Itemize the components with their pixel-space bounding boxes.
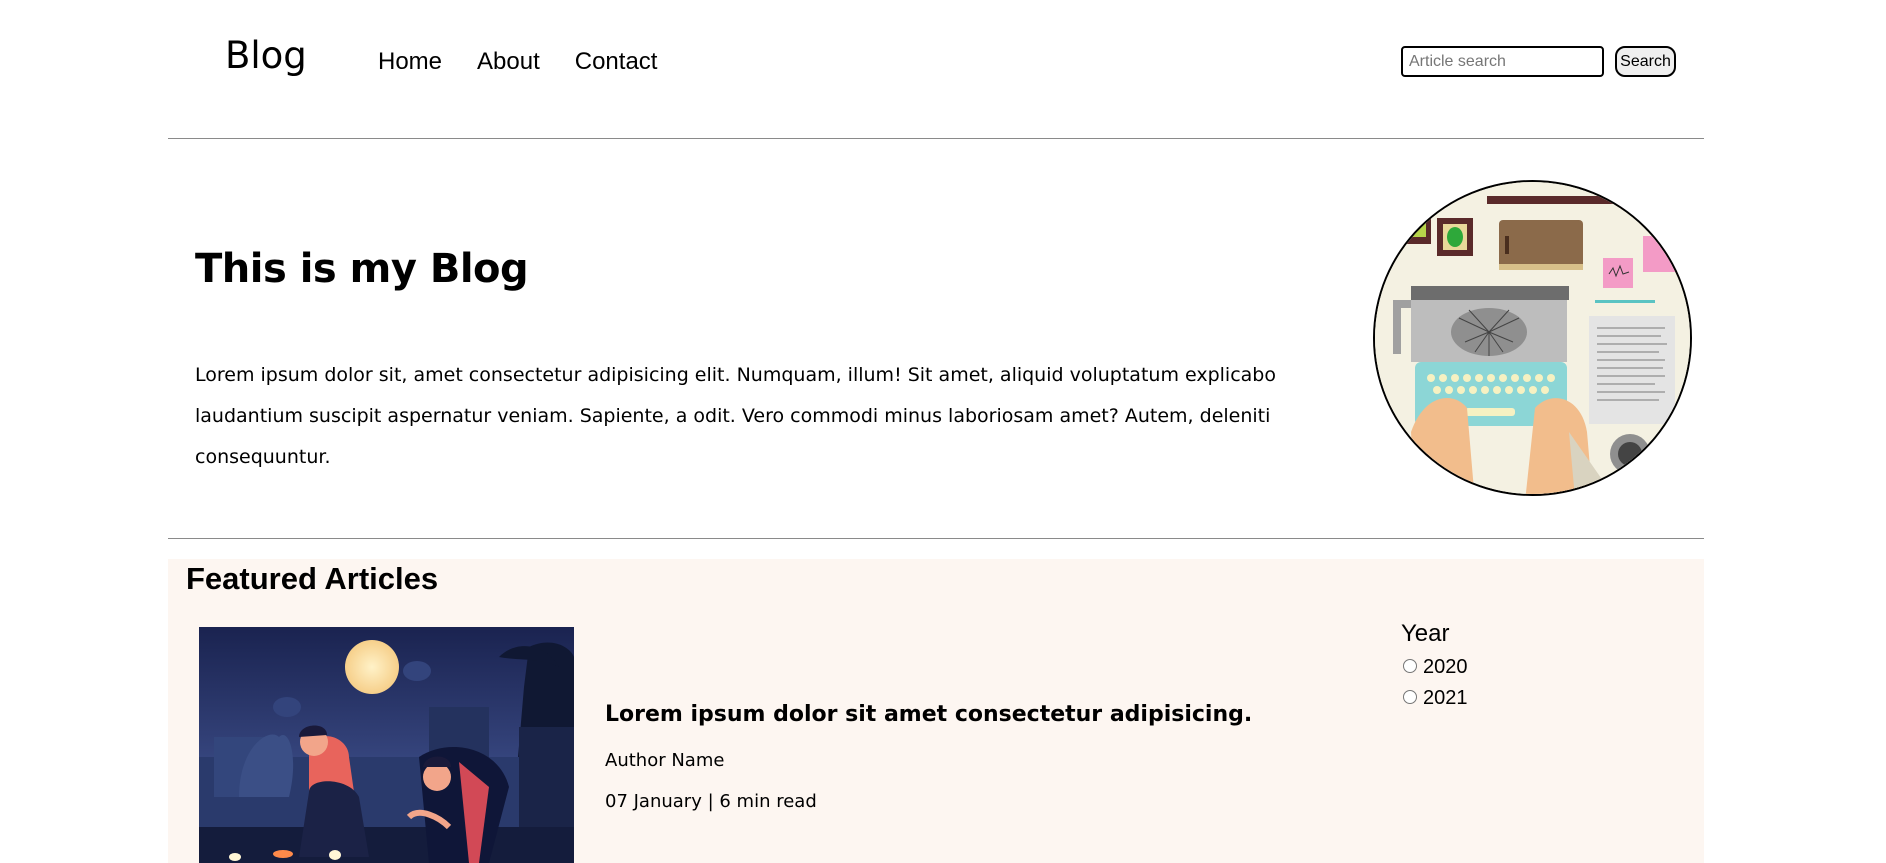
year-2021-radio[interactable] (1403, 689, 1417, 704)
year-option-2021[interactable]: 2021 (1401, 683, 1468, 714)
featured-title: Featured Articles (186, 561, 439, 596)
site-logo[interactable]: Blog (225, 34, 307, 77)
article-meta: 07 January | 6 min read (605, 791, 817, 812)
nav-about-link[interactable]: About (477, 48, 540, 76)
year-option-label: 2021 (1423, 687, 1468, 709)
article-author: Author Name (605, 750, 725, 771)
header-divider (168, 138, 1704, 139)
main-nav: Home About Contact (378, 48, 657, 76)
typewriter-illustration (1373, 180, 1692, 496)
year-filter-title: Year (1401, 620, 1450, 647)
nav-contact-link[interactable]: Contact (575, 48, 658, 76)
search-button[interactable]: Search (1615, 46, 1676, 77)
year-2020-radio[interactable] (1403, 658, 1417, 673)
site-header: Blog Home About Contact Search (0, 0, 1886, 138)
article-thumbnail[interactable] (199, 627, 574, 863)
hero-divider (168, 538, 1704, 539)
year-option-2020[interactable]: 2020 (1401, 652, 1468, 683)
hero-description: Lorem ipsum dolor sit, amet consectetur … (195, 364, 1276, 468)
featured-articles-section: Featured Articles Lorem ipsum dolor sit … (168, 559, 1704, 863)
hero-title: This is my Blog (195, 246, 529, 292)
nav-home-link[interactable]: Home (378, 48, 442, 76)
year-option-label: 2020 (1423, 656, 1468, 678)
article-search-input[interactable] (1401, 46, 1604, 77)
year-filter: Year 2020 2021 (1401, 620, 1468, 714)
article-title[interactable]: Lorem ipsum dolor sit amet consectetur a… (605, 702, 1252, 727)
